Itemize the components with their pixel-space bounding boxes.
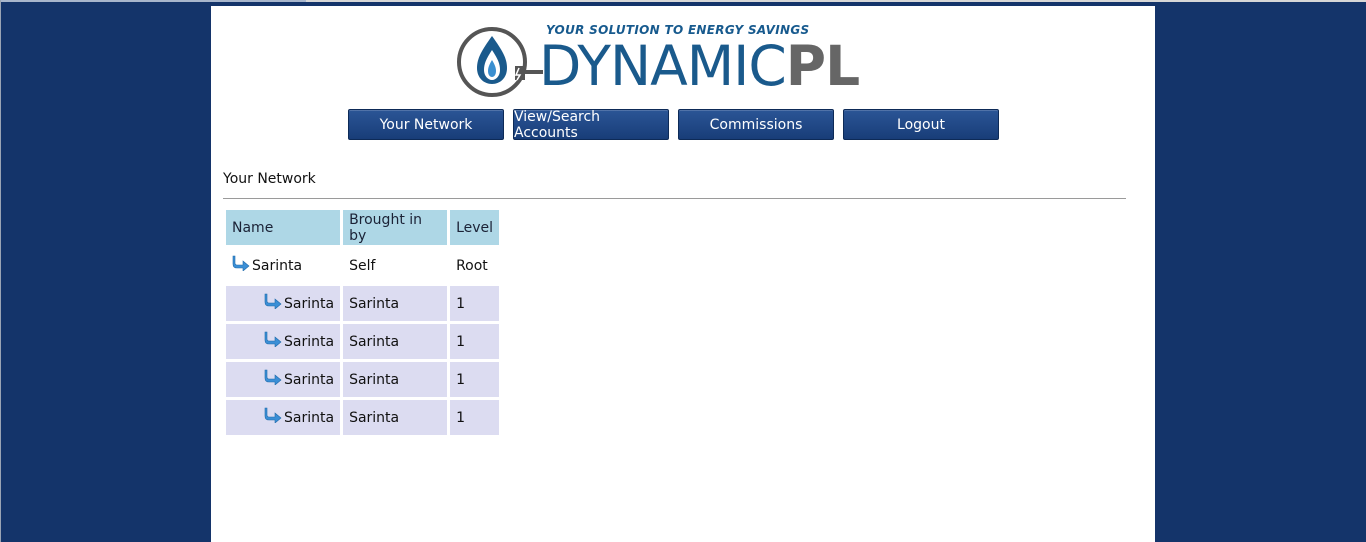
name-cell: Sarinta bbox=[226, 324, 341, 359]
level-cell: Root bbox=[456, 257, 488, 274]
page-title: Your Network bbox=[223, 171, 316, 187]
level-cell: 1 bbox=[450, 362, 500, 397]
table-row: Sarinta Self Root bbox=[226, 248, 499, 283]
brought-in-by-cell: Sarinta bbox=[343, 400, 448, 435]
top-edge bbox=[0, 0, 1366, 2]
nav-commissions-button[interactable]: Commissions bbox=[678, 109, 834, 140]
table-row: Sarinta Sarinta 1 bbox=[226, 362, 500, 397]
member-name: Sarinta bbox=[284, 333, 335, 350]
brought-in-by-cell: Sarinta bbox=[343, 286, 448, 321]
page-container: YOUR SOLUTION TO ENERGY SAVINGS DYNAMICP… bbox=[211, 6, 1155, 542]
member-name: Sarinta bbox=[252, 257, 303, 274]
divider bbox=[223, 198, 1126, 199]
main-nav: Your Network View/Search Accounts Commis… bbox=[348, 109, 1000, 141]
member-link[interactable]: Sarinta bbox=[232, 293, 335, 312]
brought-in-by-cell: Sarinta bbox=[343, 324, 448, 359]
member-link[interactable]: Sarinta bbox=[232, 331, 335, 350]
member-name: Sarinta bbox=[284, 295, 335, 312]
network-table: Name Brought in by Level Sarinta Self Ro… bbox=[223, 207, 502, 438]
level-cell: 1 bbox=[450, 324, 500, 359]
name-cell: Sarinta bbox=[226, 400, 341, 435]
table-header-row: Name Brought in by Level bbox=[226, 210, 500, 245]
dynamicpl-logo: YOUR SOLUTION TO ENERGY SAVINGS DYNAMICP… bbox=[455, 18, 875, 98]
table-row: Sarinta Sarinta 1 bbox=[226, 286, 500, 321]
logo-word-main: DYNAMIC bbox=[539, 34, 787, 98]
column-header-brought-in-by: Brought in by bbox=[343, 210, 448, 245]
member-link[interactable]: Sarinta bbox=[232, 407, 335, 426]
table-row: Sarinta Sarinta 1 bbox=[226, 324, 500, 359]
member-link[interactable]: Sarinta bbox=[232, 369, 335, 388]
nav-logout-button[interactable]: Logout bbox=[843, 109, 999, 140]
nav-your-network-button[interactable]: Your Network bbox=[348, 109, 504, 140]
brought-in-by-cell: Self bbox=[349, 257, 376, 274]
name-cell: Sarinta bbox=[226, 248, 340, 283]
member-name: Sarinta bbox=[284, 371, 335, 388]
member-link[interactable]: Sarinta bbox=[232, 255, 334, 274]
arrow-turn-icon bbox=[264, 407, 282, 423]
nav-view-search-accounts-button[interactable]: View/Search Accounts bbox=[513, 109, 669, 141]
table-row: Sarinta Sarinta 1 bbox=[226, 400, 500, 435]
arrow-turn-icon bbox=[264, 331, 282, 347]
left-edge bbox=[0, 0, 1, 542]
arrow-turn-icon bbox=[232, 255, 250, 271]
column-header-name: Name bbox=[226, 210, 341, 245]
column-header-level: Level bbox=[450, 210, 500, 245]
member-name: Sarinta bbox=[284, 409, 335, 426]
name-cell: Sarinta bbox=[226, 362, 341, 397]
level-cell: 1 bbox=[450, 286, 500, 321]
arrow-turn-icon bbox=[264, 293, 282, 309]
arrow-turn-icon bbox=[264, 369, 282, 385]
level-cell: 1 bbox=[450, 400, 500, 435]
flame-plug-icon bbox=[457, 27, 543, 97]
logo-word-accent: PL bbox=[785, 34, 860, 98]
brought-in-by-cell: Sarinta bbox=[343, 362, 448, 397]
name-cell: Sarinta bbox=[226, 286, 341, 321]
logo-wordmark: DYNAMICPL bbox=[539, 34, 860, 98]
